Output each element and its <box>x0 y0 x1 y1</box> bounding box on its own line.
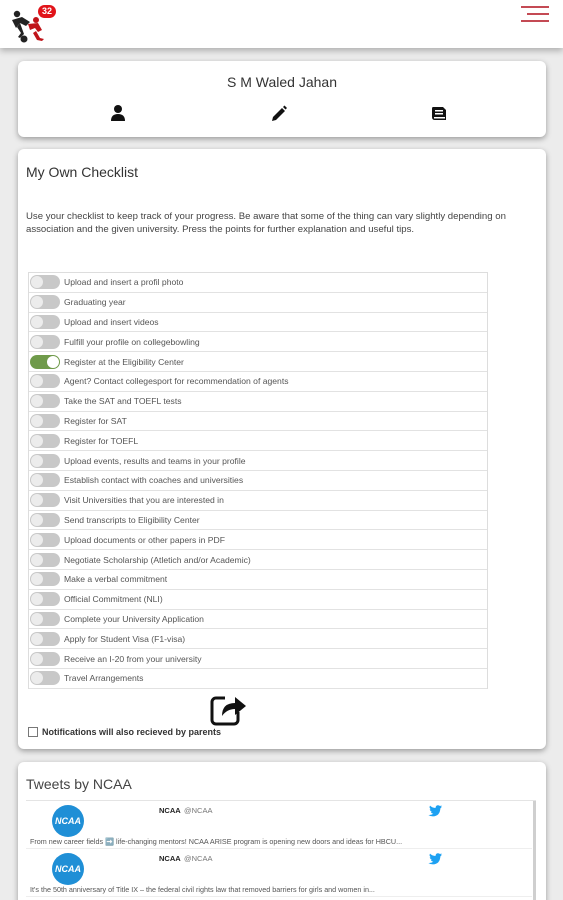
checklist-toggle[interactable] <box>30 275 60 290</box>
hamburger-menu-icon[interactable] <box>521 6 549 24</box>
tweets-timeline[interactable]: NCAA NCAA @NCAA From new career fields ➡️ l… <box>26 800 536 900</box>
checklist-toggle[interactable] <box>30 374 60 389</box>
ncaa-avatar[interactable]: NCAA <box>52 805 84 837</box>
checklist-item[interactable]: Register at the Eligibility Center <box>29 352 487 372</box>
book-icon[interactable] <box>430 104 448 122</box>
checklist-item-label: Negotiate Scholarship (Atletich and/or A… <box>64 554 251 565</box>
checklist-item[interactable]: Upload and insert a profil photo <box>29 273 487 293</box>
checklist-toggle[interactable] <box>30 572 60 587</box>
checklist-toggle[interactable] <box>30 493 60 508</box>
checklist-description: Use your checklist to keep track of your… <box>26 211 506 235</box>
tweets-card: Tweets by NCAA NCAA NCAA @NCAA From new car… <box>18 762 546 900</box>
checklist-item-label: Official Commitment (NLI) <box>64 594 163 605</box>
checklist-item-label: Travel Arrangements <box>64 673 144 684</box>
tweet-author-handle[interactable]: @NCAA <box>184 806 212 815</box>
checklist-item[interactable]: Fulfill your profile on collegebowling <box>29 332 487 353</box>
checklist-toggle[interactable] <box>30 552 60 567</box>
tweet-author-name[interactable]: NCAA <box>159 806 181 815</box>
checklist-title: My Own Checklist <box>26 164 139 180</box>
checklist-item[interactable]: Register for SAT <box>29 412 487 432</box>
checklist-item[interactable]: Visit Universities that you are interest… <box>29 491 487 511</box>
checklist-toggle[interactable] <box>30 611 60 626</box>
checklist-item[interactable]: Agent? Contact collegesport for recommen… <box>29 372 487 392</box>
profile-name: S M Waled Jahan <box>227 74 337 90</box>
checklist-toggle[interactable] <box>30 651 60 666</box>
checklist-item-label: Make a verbal commitment <box>64 574 168 585</box>
checklist-item-label: Send transcripts to Eligibility Center <box>64 514 200 525</box>
tweets-scrollbar[interactable] <box>533 801 536 900</box>
checklist-toggle[interactable] <box>30 631 60 646</box>
user-icon[interactable] <box>109 104 127 122</box>
parents-notification-checkbox[interactable] <box>28 727 38 737</box>
notification-count-badge: 32 <box>38 5 57 18</box>
tweet-item[interactable]: NCAA NCAA @NCAA From new career fields ➡️ l… <box>26 801 532 849</box>
tweet-text: It's the 50th anniversary of Title IX – … <box>30 885 375 894</box>
pencil-icon[interactable] <box>270 104 288 122</box>
checklist-toggle[interactable] <box>30 671 60 686</box>
checklist-item-label: Register at the Eligibility Center <box>64 356 184 367</box>
checklist-item-label: Upload documents or other papers in PDF <box>64 534 225 545</box>
checklist-item-label: Agent? Contact collegesport for recommen… <box>64 376 289 387</box>
share-icon[interactable] <box>210 692 248 726</box>
checklist-card: My Own Checklist Use your checklist to k… <box>18 149 546 749</box>
checklist-item[interactable]: Make a verbal commitment <box>29 570 487 590</box>
checklist-toggle[interactable] <box>30 334 60 349</box>
tweets-title: Tweets by NCAA <box>26 776 132 792</box>
checklist-toggle[interactable] <box>30 295 60 310</box>
checklist-item[interactable]: Upload and insert videos <box>29 313 487 333</box>
checklist-toggle[interactable] <box>30 354 60 369</box>
checklist-item[interactable]: Upload documents or other papers in PDF <box>29 530 487 551</box>
tweet-author-handle[interactable]: @NCAA <box>184 854 212 863</box>
parents-notification-option[interactable]: Notifications will also recieved by pare… <box>28 727 221 737</box>
checklist-item[interactable]: Send transcripts to Eligibility Center <box>29 511 487 531</box>
checklist-item-label: Register for SAT <box>64 415 127 426</box>
tweet-author-name[interactable]: NCAA <box>159 854 181 863</box>
twitter-bird-icon[interactable] <box>428 853 442 865</box>
checklist-toggle[interactable] <box>30 473 60 488</box>
checklist-item-label: Take the SAT and TOEFL tests <box>64 396 182 407</box>
ncaa-avatar[interactable]: NCAA <box>52 853 84 885</box>
checklist-toggle[interactable] <box>30 413 60 428</box>
checklist-item[interactable]: Graduating year <box>29 293 487 313</box>
checklist-toggle[interactable] <box>30 592 60 607</box>
checklist-item-label: Upload and insert a profil photo <box>64 277 184 288</box>
checklist-item[interactable]: Register for TOEFL <box>29 431 487 452</box>
checklist-item-label: Graduating year <box>64 297 126 308</box>
checklist-item[interactable]: Complete your University Application <box>29 610 487 630</box>
checklist-item[interactable]: Negotiate Scholarship (Atletich and/or A… <box>29 550 487 570</box>
checklist-item-label: Complete your University Application <box>64 613 204 624</box>
tweet-text: From new career fields ➡️ life-changing … <box>30 837 403 846</box>
checklist-toggle[interactable] <box>30 314 60 329</box>
checklist-item-label: Receive an I-20 from your university <box>64 653 202 664</box>
checklist-toggle[interactable] <box>30 433 60 448</box>
profile-card: S M Waled Jahan <box>18 61 546 137</box>
checklist-item[interactable]: Upload events, results and teams in your… <box>29 451 487 471</box>
checklist-item[interactable]: Official Commitment (NLI) <box>29 590 487 610</box>
checklist-item[interactable]: Apply for Student Visa (F1-visa) <box>29 629 487 650</box>
checklist-item[interactable]: Travel Arrangements <box>29 669 487 689</box>
checklist-toggle[interactable] <box>30 453 60 468</box>
checklist-item-label: Establish contact with coaches and unive… <box>64 475 244 486</box>
top-bar: 32 <box>0 0 563 48</box>
checklist-item-label: Upload events, results and teams in your… <box>64 455 246 466</box>
checklist-toggle[interactable] <box>30 394 60 409</box>
checklist-item-label: Visit Universities that you are interest… <box>64 495 224 506</box>
checklist-item[interactable]: Take the SAT and TOEFL tests <box>29 392 487 412</box>
twitter-bird-icon[interactable] <box>428 805 442 817</box>
checklist-item-label: Upload and insert videos <box>64 316 159 327</box>
checklist-item[interactable]: Establish contact with coaches and unive… <box>29 471 487 491</box>
checklist-toggle[interactable] <box>30 532 60 547</box>
checklist-toggle[interactable] <box>30 512 60 527</box>
checklist-items: Upload and insert a profil photo Graduati… <box>28 272 488 689</box>
checklist-item-label: Register for TOEFL <box>64 435 139 446</box>
parents-notification-label: Notifications will also recieved by pare… <box>42 727 222 737</box>
checklist-item-label: Apply for Student Visa (F1-visa) <box>64 633 186 644</box>
tweet-item[interactable]: NCAA NCAA @NCAA It's the 50th anniversary o… <box>26 849 532 897</box>
checklist-item[interactable]: Receive an I-20 from your university <box>29 649 487 669</box>
checklist-item-label: Fulfill your profile on collegebowling <box>64 336 200 347</box>
